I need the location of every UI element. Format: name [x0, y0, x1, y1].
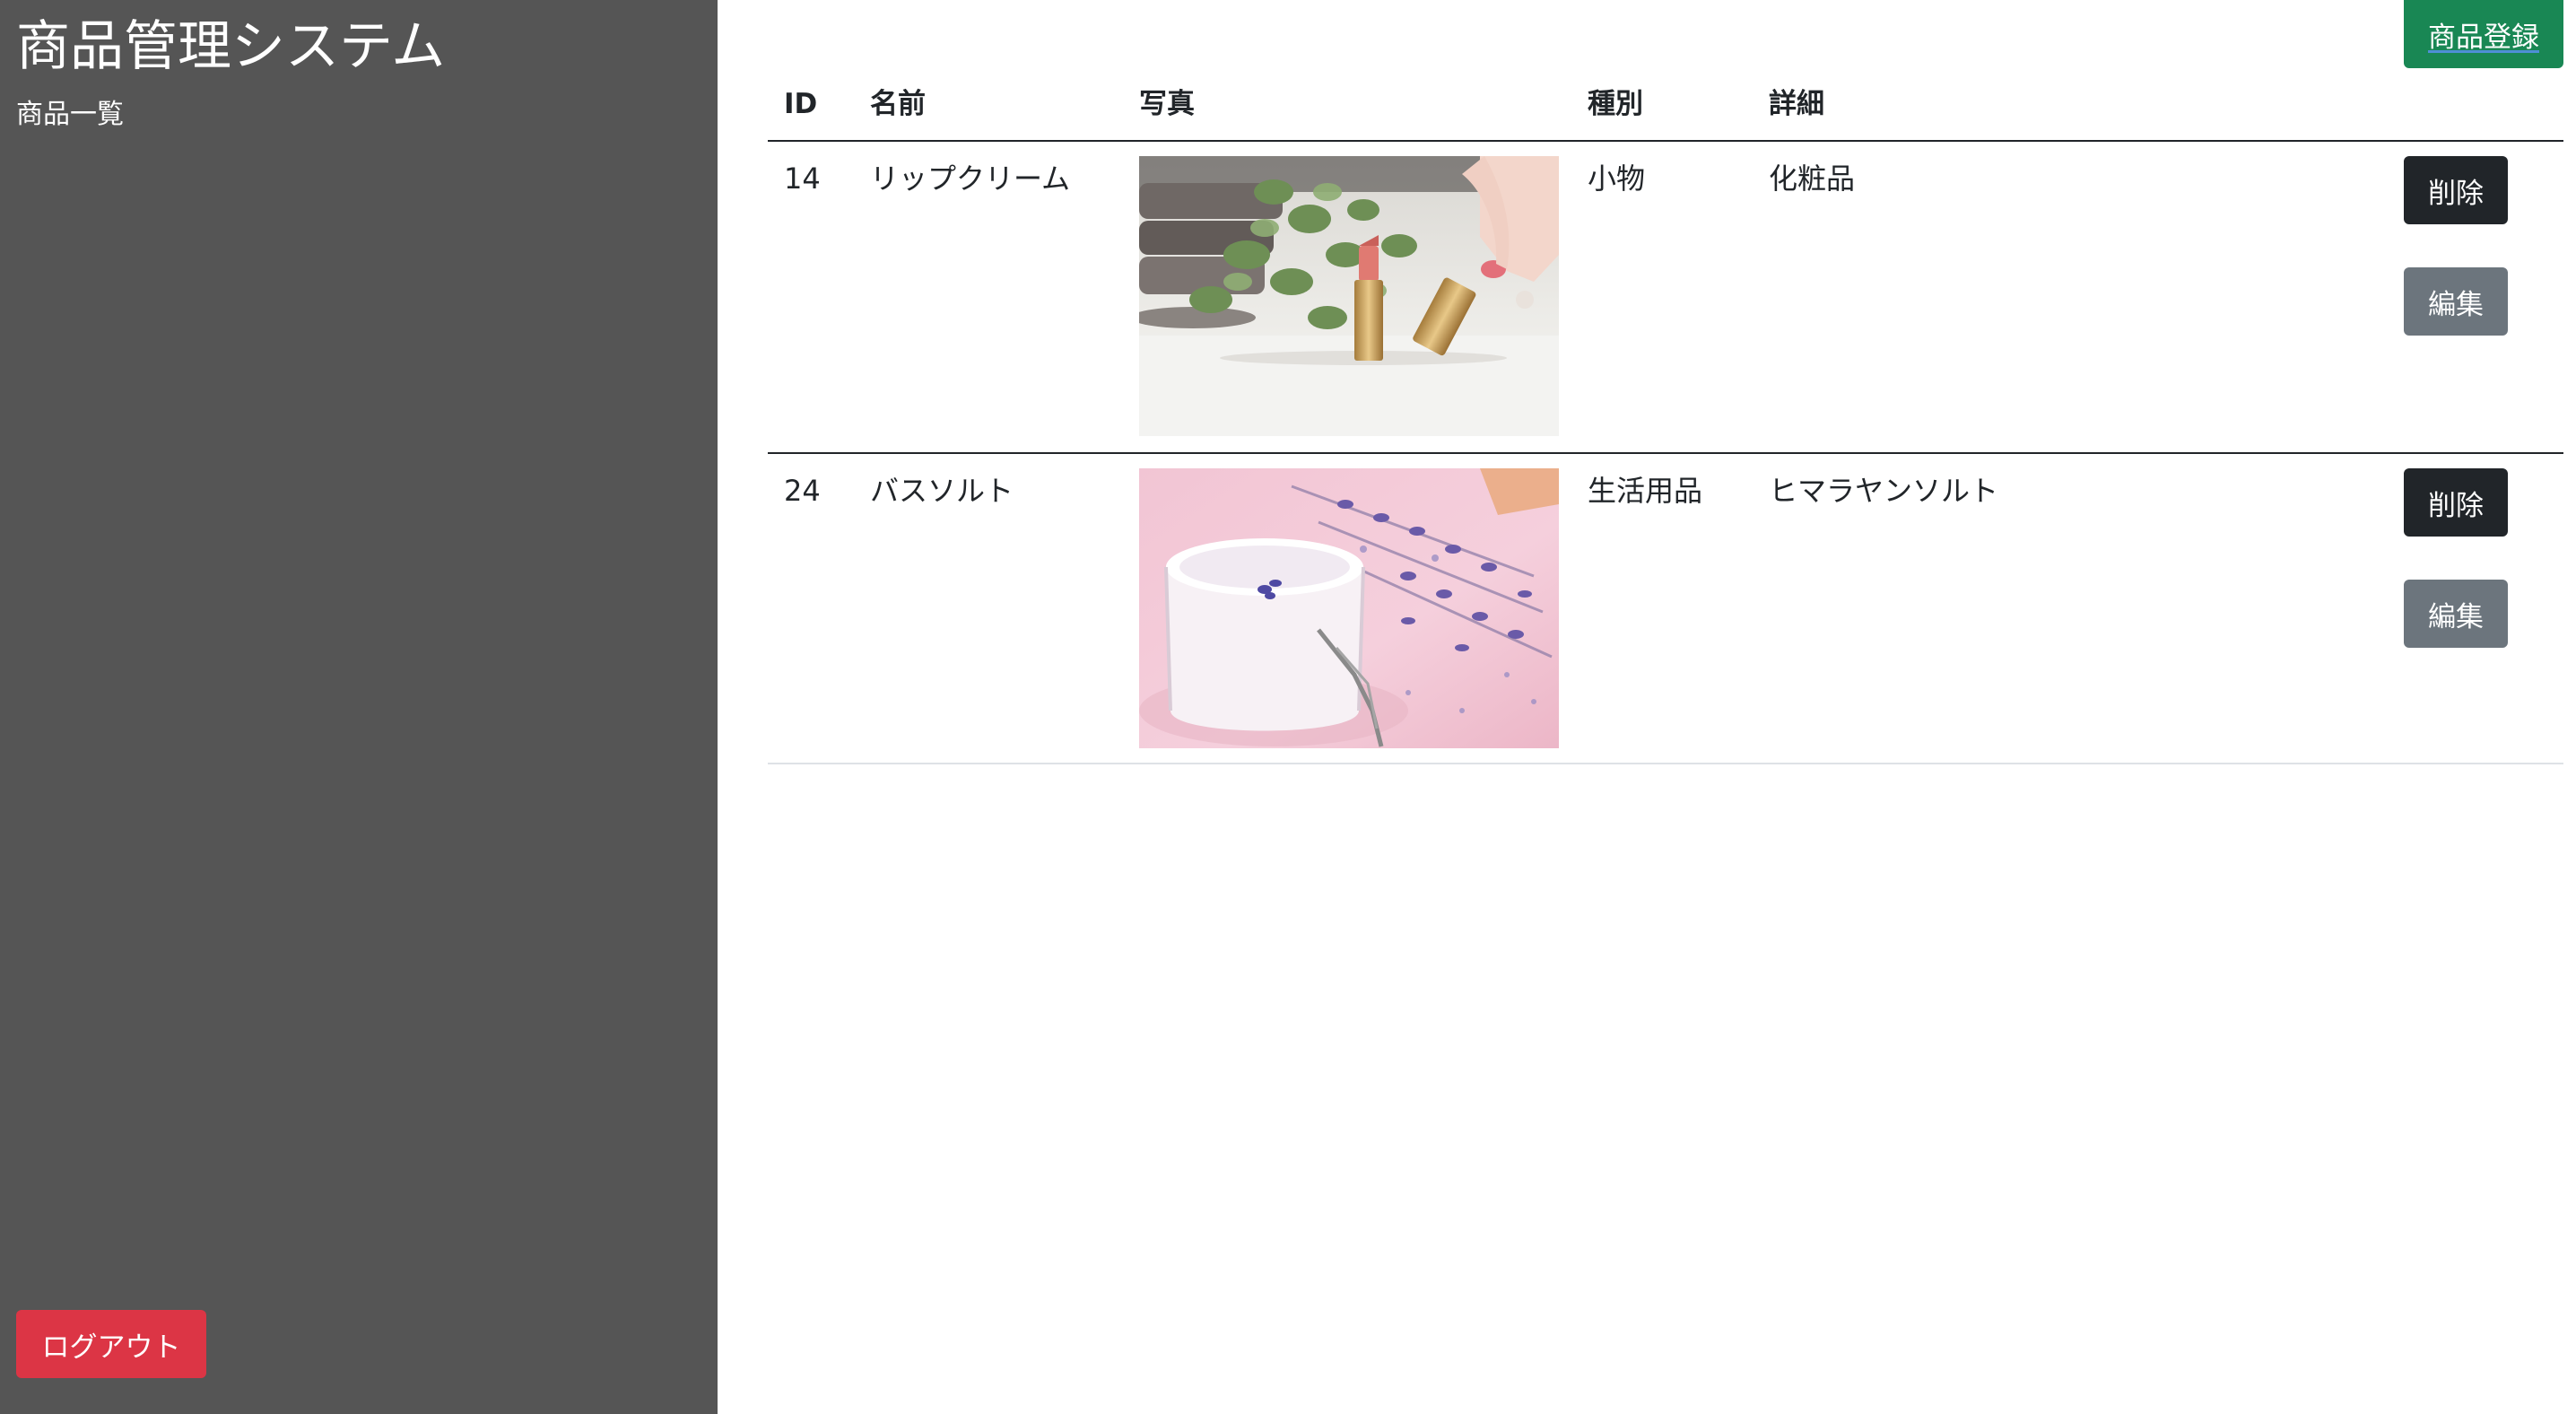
delete-button[interactable]: 削除	[2404, 156, 2508, 224]
delete-button[interactable]: 削除	[2404, 468, 2508, 537]
header-photo: 写真	[1139, 88, 1195, 120]
row-divider	[768, 452, 2563, 454]
sidebar: 商品管理システム 商品一覧 ログアウト	[0, 0, 718, 1414]
row-name: バスソルト	[870, 474, 1014, 508]
header-name: 名前	[870, 88, 926, 120]
row-name: リップクリーム	[870, 161, 1071, 196]
bath-salt-jar-photo	[1139, 468, 1559, 748]
app-title: 商品管理システム	[16, 15, 446, 78]
header-detail: 詳細	[1769, 88, 1824, 120]
edit-button[interactable]: 編集	[2404, 580, 2508, 648]
row-divider	[768, 763, 2563, 764]
header-category: 種別	[1588, 88, 1643, 120]
row-category: 生活用品	[1588, 474, 1703, 508]
register-product-button[interactable]: 商品登録	[2404, 0, 2563, 68]
header-divider	[768, 140, 2563, 142]
logout-button[interactable]: ログアウト	[16, 1310, 206, 1378]
lipstick-photo	[1139, 156, 1559, 436]
register-product-label: 商品登録	[2428, 21, 2539, 54]
nav-link-product-list[interactable]: 商品一覧	[16, 95, 124, 135]
row-id: 14	[784, 161, 821, 196]
row-detail: ヒマラヤンソルト	[1769, 474, 1999, 508]
header-id: ID	[784, 88, 818, 120]
row-category: 小物	[1588, 161, 1646, 196]
row-detail: 化粧品	[1769, 161, 1856, 196]
row-id: 24	[784, 474, 821, 508]
edit-button[interactable]: 編集	[2404, 267, 2508, 336]
